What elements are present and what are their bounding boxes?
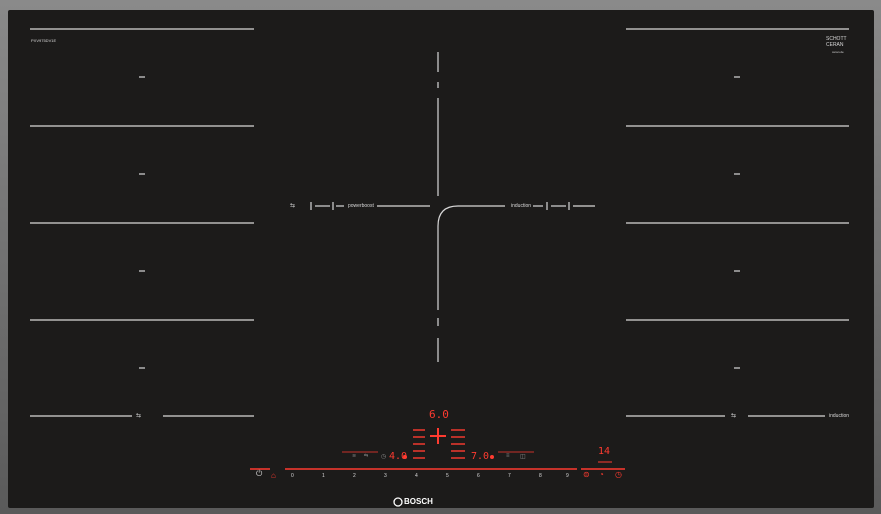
power-icon[interactable]: ⏻ [256, 470, 262, 478]
power-level-0[interactable]: 0 [291, 473, 294, 479]
child-lock-icon[interactable]: ⌂ [271, 471, 276, 480]
timer-icon[interactable]: ◷ [381, 453, 386, 460]
power-level-6[interactable]: 6 [477, 473, 480, 479]
induction-label: induction [511, 203, 532, 209]
keep-warm-icon[interactable]: ≡ [506, 453, 510, 459]
main-power-display: 6.0 [429, 408, 449, 421]
power-level-1[interactable]: 1 [322, 473, 325, 479]
model-code: PXV975DV1E [31, 38, 57, 43]
glass-brand-sub: ceran.de [832, 50, 844, 54]
timer-icon[interactable]: ◔ [599, 470, 604, 479]
powerboost-label: powerboost [348, 203, 374, 209]
induction-label: induction [829, 413, 850, 419]
timer-display: 14 [598, 446, 611, 457]
timer-icon[interactable]: ◷ [615, 470, 622, 479]
power-level-2[interactable]: 2 [353, 473, 356, 479]
power-level-8[interactable]: 8 [539, 473, 542, 479]
pan-detect-icon[interactable]: ⊜ [583, 470, 590, 479]
power-level-7[interactable]: 7 [508, 473, 511, 479]
zone-markings [30, 28, 849, 507]
left-power-display: 4.0 [389, 451, 408, 462]
pan-detect-icon[interactable]: ⇆ [364, 453, 368, 459]
flex-zone-icon: ⇆ [731, 413, 737, 419]
flex-zone-icon: ⇆ [290, 203, 296, 209]
power-level-4[interactable]: 4 [415, 473, 418, 479]
center-power-display: 7.0 [471, 451, 490, 462]
pan-detect-icon[interactable]: ◫ [520, 453, 526, 460]
power-level-3[interactable]: 3 [384, 473, 387, 479]
power-level-9[interactable]: 9 [566, 473, 569, 479]
power-level-5[interactable]: 5 [446, 473, 449, 479]
bosch-logo-icon [393, 497, 403, 507]
keep-warm-icon[interactable]: ≋ [352, 453, 356, 459]
brand-logo: BOSCH [404, 497, 433, 506]
flex-zone-icon: ⇆ [136, 413, 142, 419]
glass-brand-line2: CERAN [826, 42, 844, 48]
